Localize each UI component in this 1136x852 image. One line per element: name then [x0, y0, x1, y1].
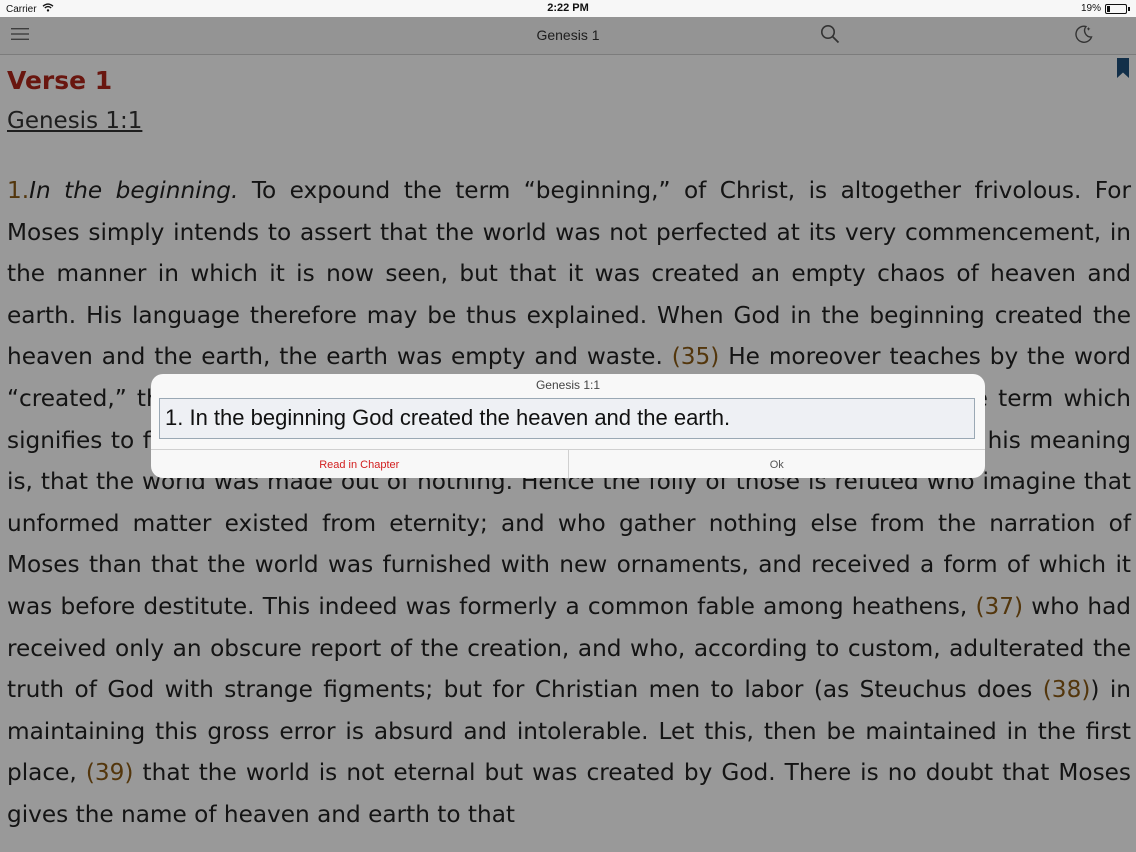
- battery-percent: 19%: [1080, 3, 1101, 14]
- status-right: 19%: [1081, 3, 1130, 14]
- ok-button[interactable]: Ok: [569, 450, 986, 478]
- verse-text-field[interactable]: 1. In the beginning God created the heav…: [159, 398, 975, 439]
- status-time: 2:22 PM: [547, 2, 589, 14]
- battery-level: [1107, 5, 1110, 12]
- verse-dialog: Genesis 1:1 1. In the beginning God crea…: [151, 374, 985, 478]
- battery-tip: [1128, 6, 1130, 11]
- dialog-title: Genesis 1:1: [535, 378, 601, 392]
- dialog-actions: Read in Chapter Ok: [151, 449, 985, 478]
- battery-icon: [1105, 3, 1127, 14]
- read-in-chapter-button[interactable]: Read in Chapter: [151, 450, 569, 478]
- status-bar: Carrier 2:22 PM 19%: [0, 0, 1136, 17]
